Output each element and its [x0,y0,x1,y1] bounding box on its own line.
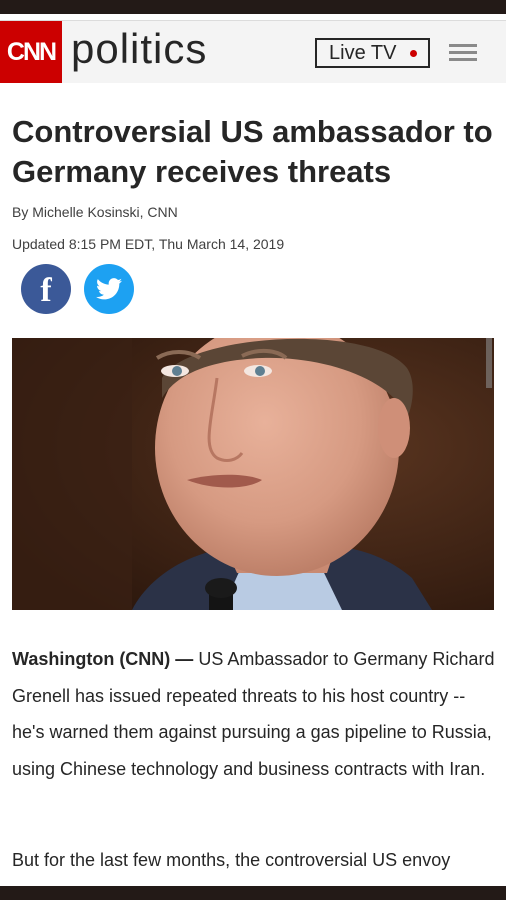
live-indicator-icon [410,49,418,57]
article-paragraph-2: But for the last few months, the controv… [12,850,451,870]
logo-text: CNN [6,37,57,66]
status-bar [0,0,506,14]
live-tv-label: Live TV [329,41,397,64]
live-tv-button[interactable]: Live TV [315,38,430,68]
twitter-share-button[interactable] [84,264,134,314]
article-hero-image[interactable] [12,338,494,610]
article-paragraph-1: Washington (CNN) — US Ambassador to Germ… [12,641,496,787]
byline: By Michelle Kosinski, CNN [12,204,178,220]
portrait-photo [12,338,494,610]
section-title[interactable]: politics [71,25,207,73]
facebook-share-button[interactable]: f [21,264,71,314]
article-headline: Controversial US ambassador to Germany r… [12,114,493,189]
updated-timestamp: Updated 8:15 PM EDT, Thu March 14, 2019 [12,236,285,252]
twitter-icon [96,278,122,300]
hamburger-menu-icon[interactable] [449,44,477,62]
bottom-bar [0,886,506,900]
site-header: CNN politics Live TV [0,20,506,83]
dateline: Washington (CNN) — [12,649,194,669]
cnn-logo[interactable]: CNN [0,21,62,83]
facebook-icon: f [40,272,52,309]
